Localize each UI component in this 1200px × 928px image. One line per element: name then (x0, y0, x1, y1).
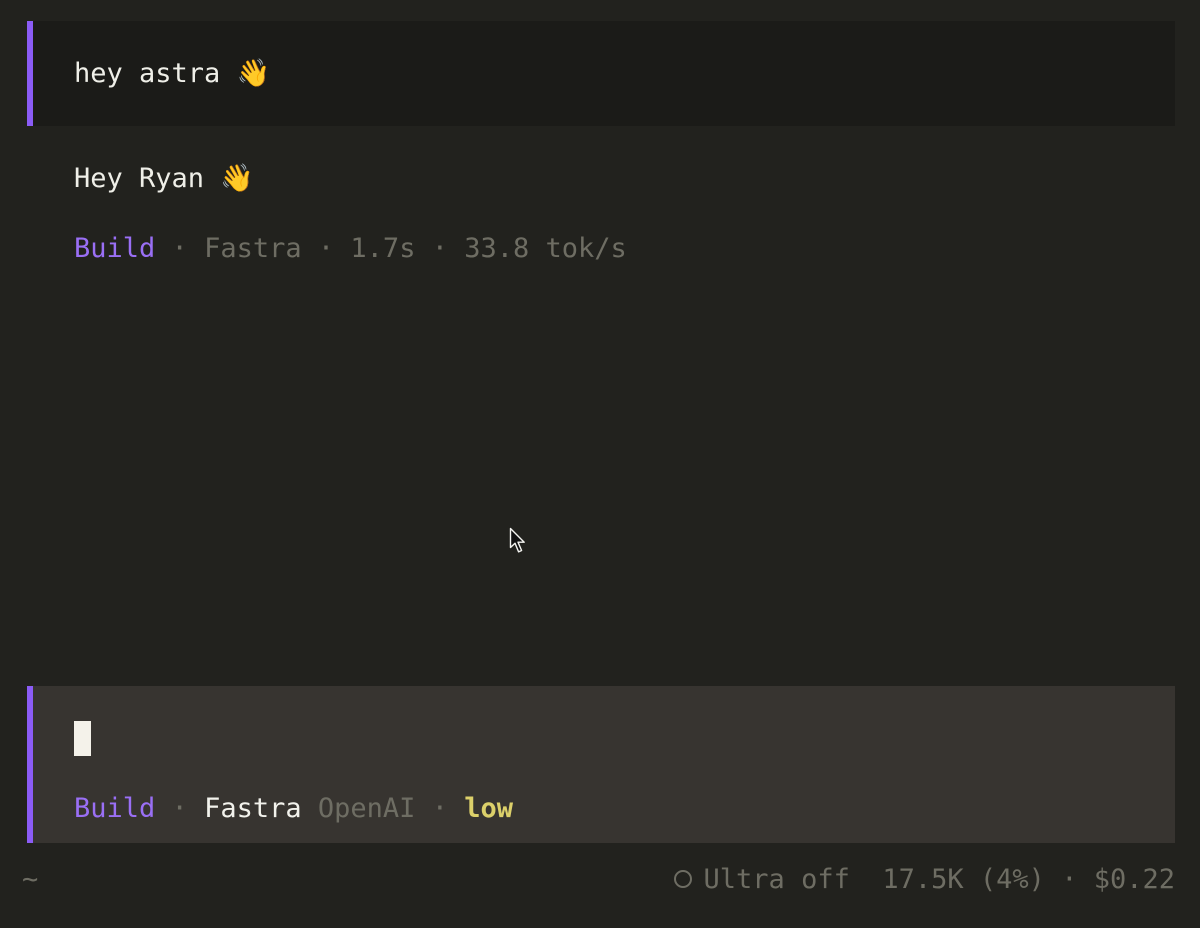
separator: · (431, 793, 448, 824)
user-message-accent-bar (27, 21, 33, 126)
prompt-provider: OpenAI (317, 793, 416, 824)
assistant-message: Hey Ryan 👋 (74, 163, 254, 194)
status-bar: ~ Ultra off 17.5K (4%) · $0.22 (0, 860, 1200, 900)
assistant-model: Fastra (204, 233, 302, 264)
ultra-status: Ultra off (703, 864, 850, 895)
prompt-input[interactable]: Build · Fastra OpenAI · low (27, 686, 1175, 843)
mouse-pointer-icon (509, 527, 525, 553)
prompt-effort[interactable]: low (464, 793, 513, 824)
user-message-text: hey astra 👋 (74, 58, 271, 89)
user-message: hey astra 👋 (27, 21, 1175, 126)
prompt-model[interactable]: Fastra (204, 793, 302, 824)
assistant-mode: Build (74, 233, 156, 264)
assistant-duration: 1.7s (350, 233, 416, 264)
separator: · (1061, 864, 1078, 895)
text-caret (74, 721, 91, 756)
token-usage: 17.5K (4%) (882, 864, 1045, 895)
cwd-indicator: ~ (22, 864, 39, 895)
separator: · (317, 233, 335, 264)
prompt-mode[interactable]: Build (74, 793, 155, 824)
separator: · (171, 233, 188, 264)
prompt-meta: Build · Fastra OpenAI · low (74, 790, 513, 828)
ultra-status-icon (673, 869, 692, 888)
assistant-meta: Build · Fastra · 1.7s · 33.8 tok/s (74, 230, 627, 268)
separator: · (431, 233, 448, 264)
prompt-accent-bar (27, 686, 33, 843)
session-cost: $0.22 (1093, 864, 1175, 895)
assistant-speed: 33.8 tok/s (464, 233, 627, 264)
separator: · (171, 793, 188, 824)
status-right: Ultra off 17.5K (4%) · $0.22 (673, 860, 1175, 900)
